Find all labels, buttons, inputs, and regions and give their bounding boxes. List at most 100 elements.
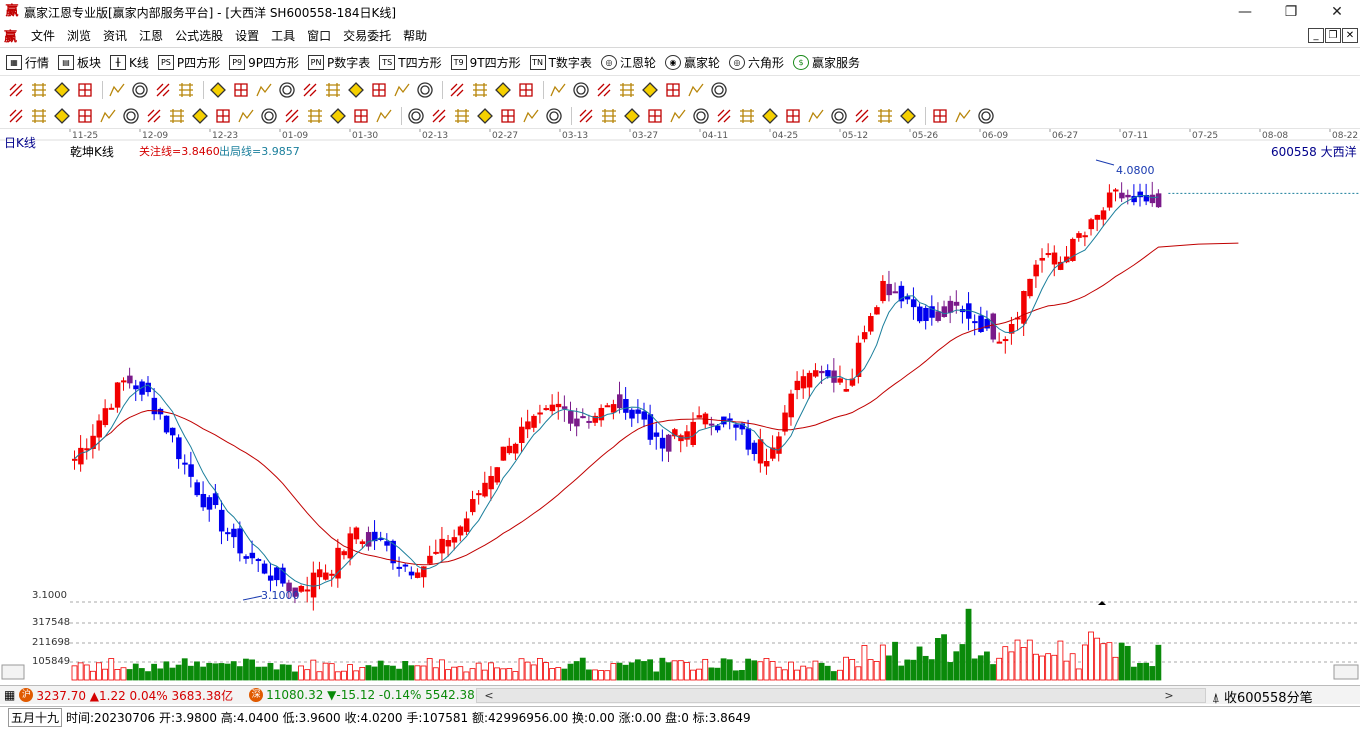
grid-toggle-icon[interactable]: ▦ (4, 688, 15, 702)
drawing-tool-4-icon[interactable] (75, 80, 95, 100)
gann-tool-3-icon[interactable] (52, 106, 72, 126)
gann-tool-4-icon[interactable] (75, 106, 95, 126)
drawing-tool-9-icon[interactable] (208, 80, 228, 100)
kline-chart-panel[interactable]: 11-25 12-09 12-23 01-09 01-30 02-13 02-27 03-13… (0, 129, 1360, 684)
gann-tool-23-icon[interactable] (521, 106, 541, 126)
scroll-right-arrow-icon[interactable]: > (1161, 688, 1177, 703)
menu-gann[interactable]: 江恩 (133, 24, 169, 48)
toolbar-t-square-button[interactable]: TS T四方形 (379, 54, 442, 71)
toolbar-winner-wheel-button[interactable]: ◉ 赢家轮 (664, 54, 720, 71)
toolbar-winner-service-button[interactable]: $ 赢家服务 (792, 54, 860, 71)
toolbar-t-number-table-button[interactable]: TN T数字表 (529, 54, 592, 71)
gann-tool-40-icon[interactable] (930, 106, 950, 126)
gann-tool-26-icon[interactable] (599, 106, 619, 126)
gann-tool-32-icon[interactable] (737, 106, 757, 126)
menu-help[interactable]: 帮助 (397, 24, 433, 48)
drawing-tool-21-icon[interactable] (493, 80, 513, 100)
drawing-tool-26-icon[interactable] (617, 80, 637, 100)
drawing-tool-20-icon[interactable] (470, 80, 490, 100)
gann-tool-33-icon[interactable] (760, 106, 780, 126)
gann-tool-8-icon[interactable] (167, 106, 187, 126)
menu-browse[interactable]: 浏览 (61, 24, 97, 48)
drawing-tool-13-icon[interactable] (300, 80, 320, 100)
drawing-tool-22-icon[interactable] (516, 80, 536, 100)
horizontal-scrollbar[interactable]: < > (476, 688, 1206, 703)
drawing-tool-11-icon[interactable] (254, 80, 274, 100)
toolbar-hexagon-button[interactable]: ◎ 六角形 (728, 54, 784, 71)
menu-tools[interactable]: 工具 (265, 24, 301, 48)
gann-tool-17-icon[interactable] (374, 106, 394, 126)
restore-button[interactable]: ❐ (1268, 0, 1314, 24)
toolbar-9t-square-button[interactable]: T9 9T四方形 (450, 54, 521, 71)
scroll-left-arrow-icon[interactable]: < (481, 688, 497, 703)
command-input[interactable]: ⍋ 收600558分笔 (1212, 687, 1313, 706)
gann-tool-2-icon[interactable] (29, 106, 49, 126)
drawing-tool-12-icon[interactable] (277, 80, 297, 100)
gann-tool-28-icon[interactable] (645, 106, 665, 126)
toolbar-p-number-table-button[interactable]: PN P数字表 (308, 54, 370, 71)
drawing-tool-5-icon[interactable] (107, 80, 127, 100)
drawing-tool-30-icon[interactable] (709, 80, 729, 100)
menu-trade[interactable]: 交易委托 (337, 24, 397, 48)
toolbar-quotes-button[interactable]: ▦ 行情 (6, 54, 49, 71)
menu-settings[interactable]: 设置 (229, 24, 265, 48)
gann-tool-1-icon[interactable] (6, 106, 26, 126)
gann-tool-29-icon[interactable] (668, 106, 688, 126)
drawing-tool-2-icon[interactable] (29, 80, 49, 100)
drawing-tool-10-icon[interactable] (231, 80, 251, 100)
sh-index[interactable]: 沪 3237.70 ▲1.22 0.04% 3683.38亿 (19, 687, 233, 704)
gann-tool-37-icon[interactable] (852, 106, 872, 126)
drawing-tool-29-icon[interactable] (686, 80, 706, 100)
gann-tool-18-icon[interactable] (406, 106, 426, 126)
drawing-tool-28-icon[interactable] (663, 80, 683, 100)
gann-tool-35-icon[interactable] (806, 106, 826, 126)
gann-tool-20-icon[interactable] (452, 106, 472, 126)
gann-tool-24-icon[interactable] (544, 106, 564, 126)
drawing-tool-3-icon[interactable] (52, 80, 72, 100)
drawing-tool-14-icon[interactable] (323, 80, 343, 100)
toolbar-kline-button[interactable]: ╫ K线 (110, 54, 149, 71)
gann-tool-16-icon[interactable] (351, 106, 371, 126)
toolbar-gann-wheel-button[interactable]: ◎ 江恩轮 (600, 54, 656, 71)
gann-tool-6-icon[interactable] (121, 106, 141, 126)
gann-tool-38-icon[interactable] (875, 106, 895, 126)
drawing-tool-17-icon[interactable] (392, 80, 412, 100)
gann-tool-7-icon[interactable] (144, 106, 164, 126)
gann-tool-42-icon[interactable] (976, 106, 996, 126)
gann-tool-12-icon[interactable] (259, 106, 279, 126)
mdi-close-button[interactable]: ✕ (1342, 28, 1358, 43)
gann-tool-21-icon[interactable] (475, 106, 495, 126)
gann-tool-9-icon[interactable] (190, 106, 210, 126)
toolbar-sectors-button[interactable]: ▤ 板块 (58, 54, 101, 71)
minimize-button[interactable]: — (1222, 0, 1268, 24)
drawing-tool-25-icon[interactable] (594, 80, 614, 100)
drawing-tool-15-icon[interactable] (346, 80, 366, 100)
gann-tool-39-icon[interactable] (898, 106, 918, 126)
drawing-tool-16-icon[interactable] (369, 80, 389, 100)
toolbar-9p-square-button[interactable]: P9 9P四方形 (229, 54, 299, 71)
gann-tool-22-icon[interactable] (498, 106, 518, 126)
drawing-tool-8-icon[interactable] (176, 80, 196, 100)
gann-tool-36-icon[interactable] (829, 106, 849, 126)
drawing-tool-19-icon[interactable] (447, 80, 467, 100)
timeframe-label[interactable]: 日K线 (4, 134, 36, 151)
gann-tool-13-icon[interactable] (282, 106, 302, 126)
menu-info[interactable]: 资讯 (97, 24, 133, 48)
drawing-tool-1-icon[interactable] (6, 80, 26, 100)
gann-tool-5-icon[interactable] (98, 106, 118, 126)
gann-tool-14-icon[interactable] (305, 106, 325, 126)
kline-chart[interactable]: 11-25 12-09 12-23 01-09 01-30 02-13 02-27 03-13… (0, 129, 1360, 684)
gann-tool-31-icon[interactable] (714, 106, 734, 126)
menu-file[interactable]: 文件 (25, 24, 61, 48)
drawing-tool-6-icon[interactable] (130, 80, 150, 100)
gann-tool-25-icon[interactable] (576, 106, 596, 126)
gann-tool-15-icon[interactable] (328, 106, 348, 126)
gann-tool-27-icon[interactable] (622, 106, 642, 126)
gann-tool-19-icon[interactable] (429, 106, 449, 126)
mdi-restore-button[interactable]: ❐ (1325, 28, 1341, 43)
gann-tool-11-icon[interactable] (236, 106, 256, 126)
drawing-tool-18-icon[interactable] (415, 80, 435, 100)
gann-tool-30-icon[interactable] (691, 106, 711, 126)
toolbar-p-square-button[interactable]: PS P四方形 (157, 54, 220, 71)
sz-index[interactable]: 深 11080.32 ▼-15.12 -0.14% 5542.38 (249, 688, 475, 702)
